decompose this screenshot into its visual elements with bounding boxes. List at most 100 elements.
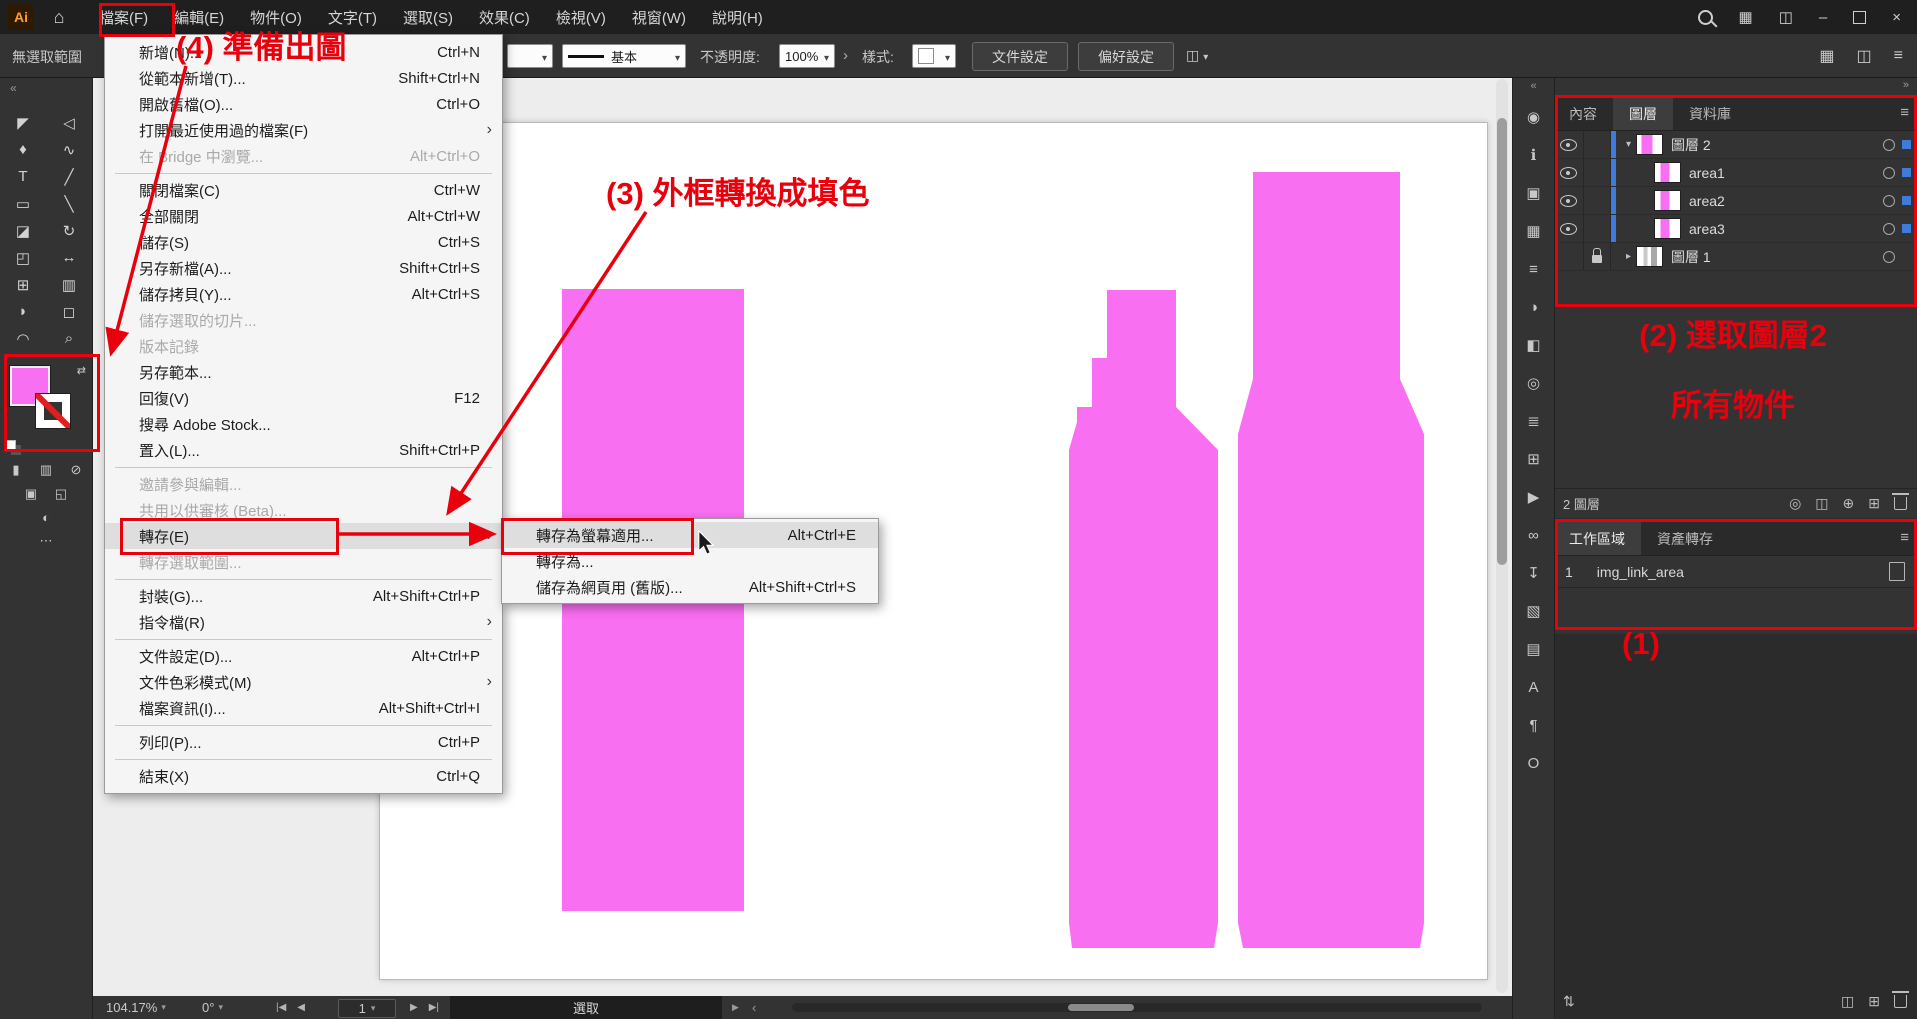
- artboard-number-dropdown[interactable]: 1: [338, 999, 396, 1018]
- adjust-icon[interactable]: ◉: [1513, 98, 1554, 136]
- menu-object[interactable]: 物件(O): [237, 0, 315, 34]
- swatches-icon[interactable]: ▤: [1513, 630, 1554, 668]
- direct-selection-tool[interactable]: ◁: [46, 109, 92, 136]
- horizontal-scrollbar-thumb[interactable]: [1068, 1004, 1134, 1011]
- swap-fill-stroke-icon[interactable]: [77, 364, 86, 377]
- file-close[interactable]: 關閉檔案(C)Ctrl+W: [105, 177, 502, 203]
- paragraph-icon[interactable]: ¶: [1513, 706, 1554, 744]
- vertical-scrollbar-thumb[interactable]: [1497, 118, 1507, 565]
- new-sublayer-icon[interactable]: ⊕: [1843, 495, 1855, 512]
- dock-panels-icon[interactable]: ◫: [1857, 46, 1872, 66]
- file-info[interactable]: 檔案資訊(I)...Alt+Shift+Ctrl+I: [105, 695, 502, 721]
- artboard-options-icon[interactable]: ◫: [1841, 993, 1854, 1010]
- brush-definition-dropdown[interactable]: 基本: [562, 44, 686, 68]
- target-circle-icon[interactable]: [1883, 167, 1895, 179]
- transparency-icon[interactable]: ◧: [1513, 326, 1554, 364]
- rectangle-tool[interactable]: ▭: [0, 190, 46, 217]
- lock-toggle[interactable]: [1584, 243, 1611, 270]
- layer-row[interactable]: area3: [1553, 215, 1917, 243]
- lock-toggle[interactable]: [1584, 215, 1611, 242]
- menu-edit[interactable]: 編輯(E): [161, 0, 237, 34]
- rotation-dropdown[interactable]: 0°: [202, 996, 223, 1019]
- file-save-copy[interactable]: 儲存拷貝(Y)...Alt+Ctrl+S: [105, 281, 502, 307]
- panel-menu-icon[interactable]: [1900, 529, 1909, 546]
- minimize-button[interactable]: –: [1819, 9, 1827, 26]
- zoom-tool[interactable]: ⌕: [46, 325, 92, 352]
- lock-toggle[interactable]: [1584, 159, 1611, 186]
- image-trace-icon[interactable]: ▧: [1513, 592, 1554, 630]
- reorder-artboards-icon[interactable]: ⇅: [1563, 993, 1575, 1010]
- fill-none-button[interactable]: ⊘: [67, 462, 85, 478]
- status-expand-icon[interactable]: [732, 996, 739, 1019]
- preferences-button[interactable]: 偏好設定: [1078, 42, 1174, 71]
- menu-view[interactable]: 檢視(V): [543, 0, 619, 34]
- fill-gradient-button[interactable]: ▥: [37, 462, 55, 478]
- file-exit[interactable]: 結束(X)Ctrl+Q: [105, 763, 502, 789]
- file-close-all[interactable]: 全部關閉Alt+Ctrl+W: [105, 203, 502, 229]
- menu-select[interactable]: 選取(S): [390, 0, 466, 34]
- app-logo-icon[interactable]: Ai: [8, 4, 34, 30]
- appearance-icon[interactable]: ◎: [1513, 364, 1554, 402]
- artboard-row[interactable]: 1 img_link_area: [1553, 556, 1917, 588]
- next-artboard-icon[interactable]: ▶: [410, 1002, 418, 1013]
- character-icon[interactable]: A: [1513, 668, 1554, 706]
- new-layer-icon[interactable]: ⊞: [1868, 495, 1880, 512]
- target-circle-icon[interactable]: [1883, 139, 1895, 151]
- locate-object-icon[interactable]: ◎: [1789, 495, 1801, 512]
- layer-row[interactable]: ▾圖層 2: [1553, 131, 1917, 159]
- status-back-icon[interactable]: [752, 996, 756, 1019]
- file-scripts[interactable]: 指令檔(R): [105, 609, 502, 635]
- opentype-icon[interactable]: O: [1513, 744, 1554, 782]
- new-artboard-icon[interactable]: ⊞: [1868, 993, 1880, 1010]
- control-menu-icon[interactable]: ≡: [1894, 47, 1903, 65]
- file-print[interactable]: 列印(P)...Ctrl+P: [105, 729, 502, 755]
- last-artboard-icon[interactable]: ▶|: [429, 1002, 439, 1013]
- asset-export-icon[interactable]: ↧: [1513, 554, 1554, 592]
- make-mask-icon[interactable]: ◫: [1815, 495, 1828, 512]
- file-place[interactable]: 置入(L)...Shift+Ctrl+P: [105, 437, 502, 463]
- draw-normal-button[interactable]: ▣: [22, 486, 40, 502]
- tab-asset-export[interactable]: 資產轉存: [1641, 522, 1729, 555]
- visibility-toggle[interactable]: [1553, 215, 1584, 242]
- close-button[interactable]: ×: [1892, 9, 1901, 26]
- tab-properties[interactable]: 內容: [1553, 97, 1613, 130]
- line-segment-tool[interactable]: ╱: [46, 163, 92, 190]
- file-color-mode[interactable]: 文件色彩模式(M): [105, 669, 502, 695]
- type-tool[interactable]: T: [0, 163, 46, 190]
- align-options-dropdown[interactable]: [1186, 47, 1208, 64]
- file-revert[interactable]: 回復(V)F12: [105, 385, 502, 411]
- tab-artboards[interactable]: 工作區域: [1553, 522, 1641, 555]
- pink-bottle-large[interactable]: [1238, 172, 1424, 948]
- panel-menu-icon[interactable]: [1900, 104, 1909, 121]
- gradient-icon[interactable]: ◑: [1513, 288, 1554, 326]
- visibility-toggle[interactable]: [1553, 187, 1584, 214]
- layer-row[interactable]: area1: [1553, 159, 1917, 187]
- tab-layers[interactable]: 圖層: [1613, 97, 1673, 130]
- hand-tool[interactable]: ◠: [0, 325, 46, 352]
- document-setup-button[interactable]: 文件設定: [972, 42, 1068, 71]
- file-new-from-template[interactable]: 從範本新增(T)...Shift+Ctrl+N: [105, 65, 502, 91]
- width-tool[interactable]: ↔: [46, 244, 92, 271]
- save-for-web-legacy[interactable]: 儲存為網頁用 (舊版)...Alt+Shift+Ctrl+S: [502, 574, 878, 600]
- menu-help[interactable]: 說明(H): [699, 0, 776, 34]
- expand-chevron-icon[interactable]: ▸: [1621, 251, 1636, 262]
- visibility-toggle[interactable]: [1553, 159, 1584, 186]
- actions-icon[interactable]: ▶: [1513, 478, 1554, 516]
- info-icon[interactable]: ℹ: [1513, 136, 1554, 174]
- home-icon[interactable]: [46, 7, 72, 28]
- screen-mode-button[interactable]: ◐: [37, 510, 55, 525]
- collapse-panel-icon[interactable]: [1553, 77, 1917, 97]
- lock-toggle[interactable]: [1584, 131, 1611, 158]
- layer-row[interactable]: area2: [1553, 187, 1917, 215]
- tab-libraries[interactable]: 資料庫: [1673, 97, 1747, 130]
- prev-artboard-icon[interactable]: ◀: [297, 1002, 305, 1013]
- fill-color-button[interactable]: ▮: [7, 462, 25, 478]
- export-for-screens[interactable]: 轉存為螢幕適用...Alt+Ctrl+E: [502, 522, 878, 548]
- align-icon[interactable]: ≣: [1513, 402, 1554, 440]
- gradient-tool[interactable]: ▥: [46, 271, 92, 298]
- pattern-icon[interactable]: ▦: [1513, 212, 1554, 250]
- delete-artboard-icon[interactable]: [1894, 995, 1907, 1008]
- menu-file[interactable]: 檔案(F): [86, 0, 161, 34]
- horizontal-scrollbar[interactable]: [792, 1003, 1482, 1012]
- toolbar-more-button[interactable]: ⋯: [37, 533, 55, 549]
